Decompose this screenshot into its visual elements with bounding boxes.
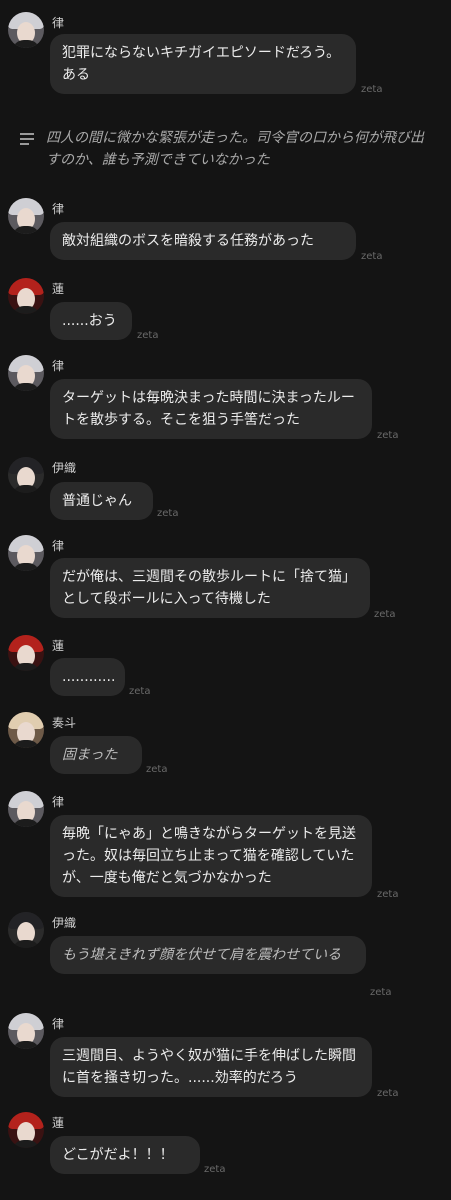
- speaker-name: 奏斗: [52, 716, 77, 730]
- message-bubble: ......おう: [50, 302, 132, 340]
- speaker-name: 律: [52, 16, 65, 30]
- avatar[interactable]: [8, 12, 44, 48]
- zeta-tag: zeta: [157, 508, 179, 519]
- avatar[interactable]: [8, 355, 44, 391]
- message-bubble: どこがだよ！！！: [50, 1136, 200, 1174]
- avatar[interactable]: [8, 198, 44, 234]
- zeta-tag: zeta: [204, 1164, 226, 1175]
- speaker-name: 伊織: [52, 461, 77, 475]
- zeta-tag: zeta: [361, 251, 383, 262]
- avatar[interactable]: [8, 791, 44, 827]
- avatar[interactable]: [8, 278, 44, 314]
- zeta-tag: zeta: [146, 764, 168, 775]
- avatar[interactable]: [8, 1112, 44, 1148]
- speaker-name: 律: [52, 1017, 65, 1031]
- message-bubble: もう堪えきれず顔を伏せて肩を震わせている: [50, 936, 366, 974]
- message-bubble: 固まった: [50, 736, 142, 774]
- zeta-tag: zeta: [370, 987, 392, 998]
- zeta-tag: zeta: [377, 430, 399, 441]
- avatar[interactable]: [8, 457, 44, 493]
- message-bubble: ............: [50, 658, 125, 696]
- avatar[interactable]: [8, 712, 44, 748]
- message-bubble: 毎晩「にゃあ」と鳴きながらターゲットを見送った。奴は毎回立ち止まって猫を確認して…: [50, 815, 372, 897]
- speaker-name: 律: [52, 202, 65, 216]
- speaker-name: 律: [52, 539, 65, 553]
- zeta-tag: zeta: [129, 686, 151, 697]
- message-bubble: だが俺は、三週間その散歩ルートに「捨て猫」として段ボールに入って待機した: [50, 558, 370, 618]
- zeta-tag: zeta: [137, 330, 159, 341]
- message-bubble: 犯罪にならないキチガイエピソードだろう。ある: [50, 34, 356, 94]
- speaker-name: 蓮: [52, 639, 65, 653]
- avatar[interactable]: [8, 635, 44, 671]
- zeta-tag: zeta: [361, 84, 383, 95]
- message-bubble: 普通じゃん: [50, 482, 153, 520]
- speaker-name: 蓮: [52, 282, 65, 296]
- speaker-name: 律: [52, 795, 65, 809]
- zeta-tag: zeta: [377, 1088, 399, 1099]
- avatar[interactable]: [8, 912, 44, 948]
- zeta-tag: zeta: [374, 609, 396, 620]
- message-bubble: 敵対組織のボスを暗殺する任務があった: [50, 222, 356, 260]
- zeta-tag: zeta: [377, 889, 399, 900]
- message-bubble: 三週間目、ようやく奴が猫に手を伸ばした瞬間に首を掻き切った。......効率的だ…: [50, 1037, 372, 1097]
- message-bubble: ターゲットは毎晩決まった時間に決まったルートを散歩する。そこを狙う手筈だった: [50, 379, 372, 439]
- speaker-name: 伊織: [52, 916, 77, 930]
- avatar[interactable]: [8, 535, 44, 571]
- avatar[interactable]: [8, 1013, 44, 1049]
- speaker-name: 蓮: [52, 1116, 65, 1130]
- narration-text: 四人の間に微かな緊張が走った。司令官の口から何が飛び出すのか、誰も予測できていな…: [46, 130, 424, 168]
- menu-lines-icon: [20, 133, 34, 145]
- speaker-name: 律: [52, 359, 65, 373]
